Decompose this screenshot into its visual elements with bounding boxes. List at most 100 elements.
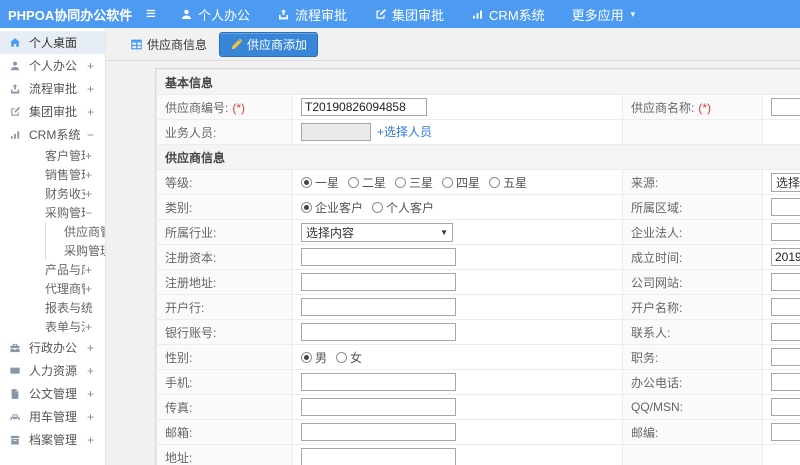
radio-unchecked-icon — [336, 351, 348, 363]
sidebar-subitem-supplier-mgmt[interactable]: 供应商管理 — [46, 222, 105, 241]
expand-icon[interactable]: + — [87, 387, 94, 401]
expand-icon[interactable]: + — [87, 105, 94, 119]
expand-icon[interactable]: + — [85, 149, 92, 163]
menu-toggle-icon[interactable]: ≡ — [132, 0, 170, 28]
sidebar-item-workflow-approval[interactable]: 流程审批 + — [0, 77, 105, 100]
address-input[interactable] — [301, 448, 456, 465]
category-radio-0[interactable]: 企业客户 — [301, 199, 363, 216]
sidebar-subitem-purchasing-mgmt[interactable]: 采购管理 — [46, 241, 105, 260]
level-radio-0[interactable]: 一星 — [301, 174, 339, 191]
expand-icon[interactable]: + — [87, 341, 94, 355]
expand-icon[interactable]: + — [85, 282, 92, 296]
expand-icon[interactable]: + — [87, 364, 94, 378]
industry-select[interactable]: 选择内容 ▼ — [301, 222, 453, 242]
sidebar-item-admin-office[interactable]: 行政办公 + — [0, 336, 105, 359]
label-cell: 银行账号: — [156, 319, 293, 345]
sidebar-subitem-product-inventory[interactable]: 产品与库存+ — [0, 260, 105, 279]
required-marker: (*) — [232, 100, 246, 115]
expand-icon[interactable]: + — [87, 59, 94, 73]
contact-person-input[interactable] — [771, 323, 800, 341]
expand-icon[interactable]: + — [85, 187, 92, 201]
tab-supplier-add[interactable]: 供应商添加 — [219, 31, 319, 57]
label-cell: QQ/MSN: — [622, 394, 763, 420]
website-input[interactable] — [771, 273, 800, 291]
supplier-code-input[interactable] — [301, 98, 427, 116]
label-cell — [622, 119, 763, 145]
level-radio-2[interactable]: 三星 — [395, 174, 433, 191]
sidebar-subitem-sales-mgmt[interactable]: 销售管理+ — [0, 165, 105, 184]
postcode-label: 邮编: — [631, 425, 659, 440]
postcode-input[interactable] — [771, 423, 800, 441]
label-cell: 所属行业: — [156, 219, 293, 245]
form-row: 类别: 企业客户 个人客户 所属区域: — [156, 194, 800, 220]
nav-personal-office[interactable]: 个人办公 — [180, 5, 250, 24]
radio-label: 三星 — [409, 175, 434, 190]
position-input[interactable] — [771, 348, 800, 366]
source-select[interactable]: 选择内容▼ — [771, 172, 800, 192]
nav-label: 集团审批 — [392, 7, 445, 23]
category-radio-1[interactable]: 个人客户 — [372, 199, 434, 216]
supplier-name-input[interactable] — [771, 98, 800, 116]
sidebar-subitem-report-statistics[interactable]: 报表与统计 — [0, 298, 105, 317]
office-phone-input[interactable] — [771, 373, 800, 391]
account-name-input[interactable] — [771, 298, 800, 316]
sidebar: 个人桌面个人办公+流程审批+集团审批+CRM系统−客户管理+销售管理+财务收支+… — [0, 28, 106, 465]
level-radio-1[interactable]: 二星 — [348, 174, 386, 191]
registered-address-input[interactable] — [301, 273, 456, 291]
control-cell: 男女 — [292, 344, 623, 370]
level-radio-3[interactable]: 四星 — [442, 174, 480, 191]
control-cell — [292, 394, 623, 420]
expand-icon[interactable]: + — [87, 433, 94, 447]
collapse-icon[interactable]: − — [87, 128, 94, 142]
expand-icon[interactable]: + — [87, 82, 94, 96]
expand-icon[interactable]: + — [85, 168, 92, 182]
expand-icon[interactable]: + — [85, 263, 92, 277]
supplier-name-label: 供应商名称: — [631, 100, 695, 115]
level-radio-4[interactable]: 五星 — [489, 174, 527, 191]
nav-workflow-approval[interactable]: 流程审批 — [277, 5, 347, 24]
control-cell — [762, 369, 800, 395]
legal-person-input[interactable] — [771, 223, 800, 241]
sidebar-subitem-label: 销售管理 — [45, 168, 85, 182]
business-person-picker-link[interactable]: +选择人员 — [377, 125, 432, 139]
nav-crm-system[interactable]: CRM系统 — [471, 5, 545, 24]
sidebar-item-crm-system[interactable]: CRM系统 − — [0, 123, 105, 146]
nav-label: 流程审批 — [295, 7, 348, 23]
sidebar-item-human-resources[interactable]: 人力资源 + — [0, 359, 105, 382]
region-input[interactable] — [771, 198, 800, 216]
bank-branch-input[interactable] — [301, 298, 456, 316]
qq-msn-input[interactable] — [771, 398, 800, 416]
sidebar-subitem-form-workflow-settings[interactable]: 表单与流程设置+ — [0, 317, 105, 336]
mobile-input[interactable] — [301, 373, 456, 391]
bank-branch-label: 开户行: — [165, 300, 205, 315]
home-icon — [9, 37, 22, 49]
gender-radio-0[interactable]: 男 — [301, 349, 327, 366]
fax-input[interactable] — [301, 398, 456, 416]
sidebar-subitem-finance-income-expense[interactable]: 财务收支+ — [0, 184, 105, 203]
label-cell: 注册资本: — [156, 244, 293, 270]
sidebar-item-group-approval[interactable]: 集团审批 + — [0, 100, 105, 123]
collapse-icon[interactable]: − — [85, 206, 92, 220]
sidebar-item-personal-desktop[interactable]: 个人桌面 — [0, 31, 105, 54]
email-input[interactable] — [301, 423, 456, 441]
tab-supplier-info[interactable]: 供应商信息 — [130, 36, 207, 53]
briefcase-icon — [9, 342, 22, 354]
sidebar-item-personal-office[interactable]: 个人办公 + — [0, 54, 105, 77]
expand-icon[interactable]: + — [85, 320, 92, 334]
nav-more-apps[interactable]: 更多应用 ▾ — [572, 5, 636, 24]
sidebar-subitem-purchase-mgmt[interactable]: 采购管理− — [0, 203, 105, 222]
sidebar-subitem-agent-mgmt[interactable]: 代理商管理+ — [0, 279, 105, 298]
bank-account-input[interactable] — [301, 323, 456, 341]
sidebar-item-document-mgmt[interactable]: 公文管理 + — [0, 382, 105, 405]
expand-icon[interactable]: + — [87, 410, 94, 424]
gender-radio-1[interactable]: 女 — [336, 349, 362, 366]
sidebar-item-vehicle-mgmt[interactable]: 用车管理 + — [0, 405, 105, 428]
sidebar-subitem-customer-mgmt[interactable]: 客户管理+ — [0, 146, 105, 165]
registered-capital-input[interactable] — [301, 248, 456, 266]
registered-address-label: 注册地址: — [165, 275, 217, 290]
sidebar-item-archive-mgmt[interactable]: 档案管理 + — [0, 428, 105, 451]
founded-date-input[interactable] — [771, 248, 800, 266]
business-person-input[interactable] — [301, 123, 371, 142]
form-row: 开户行: 开户名称: — [156, 294, 800, 320]
nav-group-approval[interactable]: 集团审批 — [374, 5, 444, 24]
